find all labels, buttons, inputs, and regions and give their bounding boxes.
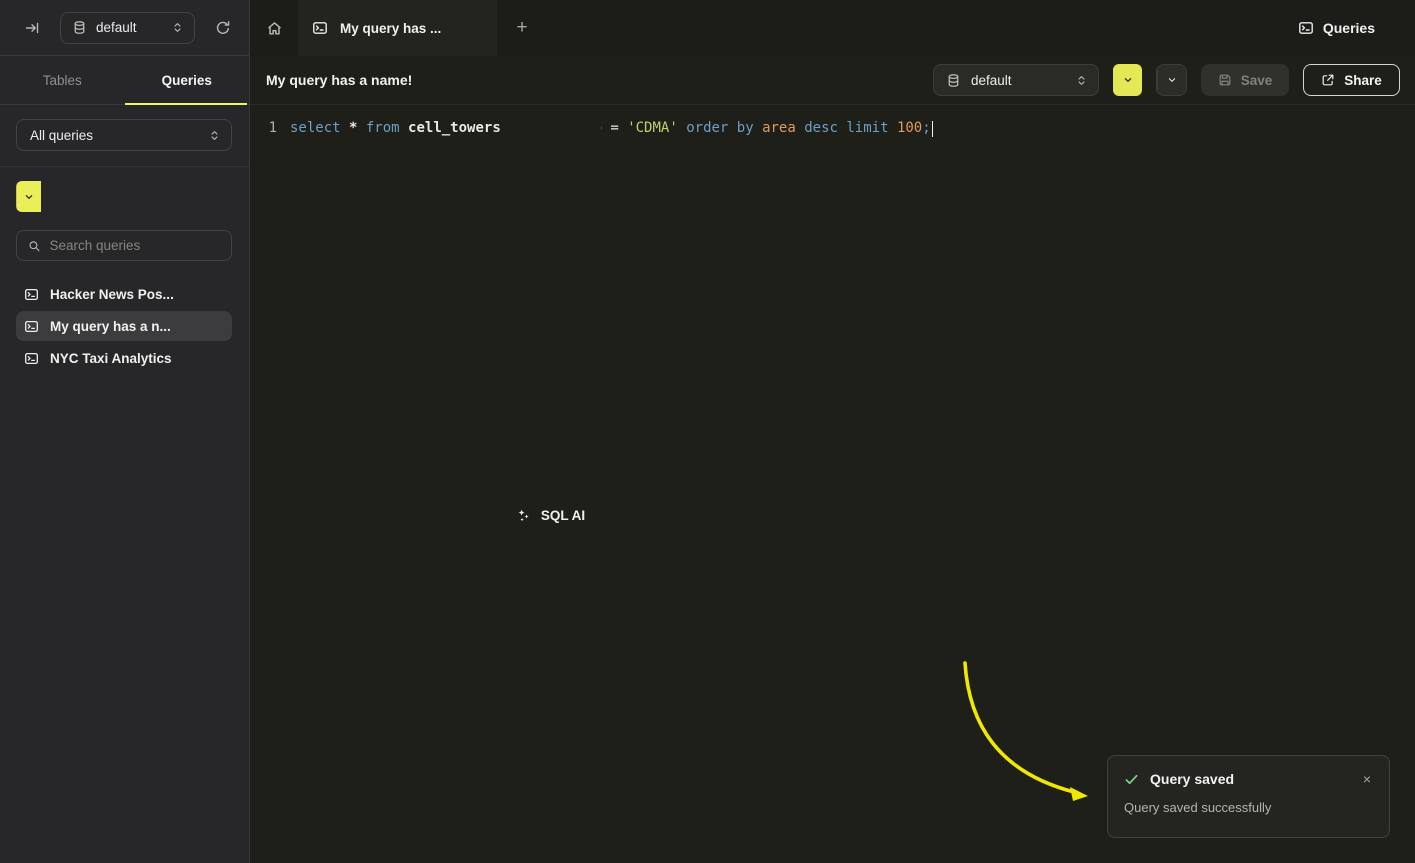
chevron-updown-icon [1075,74,1088,87]
queries-indicator-label: Queries [1323,20,1375,36]
terminal-icon [1298,20,1314,36]
tab-strip: My query has ... + Queries [250,0,1415,56]
home-button[interactable] [250,0,298,56]
main-panel: My query has a name! default Run [250,56,1415,863]
sql-ai-dropdown-button[interactable] [1157,65,1186,95]
chevron-updown-icon [171,21,184,34]
search-section [0,216,249,271]
sql-editor[interactable]: 1 select * from cell_towers where radio … [250,105,1415,139]
chevron-updown-icon [208,129,221,142]
tab-label: My query has ... [340,21,441,36]
sql-console-app: default My query has ... + [0,0,1415,863]
toast-message: Query saved successfully [1124,800,1375,815]
sidebar-tabs: Tables Queries [0,56,249,105]
query-filter-value: All queries [30,128,208,143]
share-icon [1321,73,1335,87]
close-icon[interactable]: × [1359,770,1375,788]
save-icon [1218,73,1232,87]
plus-icon: + [516,17,527,39]
topbar-database-value: default [96,20,162,35]
terminal-icon [24,287,39,302]
save-button[interactable]: Save [1201,64,1289,96]
query-list-item-selected[interactable]: My query has a n... [16,311,232,341]
new-query-section: + New query [0,167,249,216]
query-list-item[interactable]: NYC Taxi Analytics [16,343,232,373]
text-caret [932,121,934,137]
chevron-down-icon [1166,74,1178,86]
chevron-down-icon [1122,74,1134,86]
query-list-item[interactable]: Hacker News Pos... [16,279,232,309]
sql-code: select * from cell_towers where radio = … [290,118,931,139]
search-icon [28,239,40,253]
terminal-icon [24,319,39,334]
query-item-label: Hacker News Pos... [50,287,174,302]
topbar-left: default [0,0,250,56]
annotation-arrow [250,56,1415,863]
topbar-database-select[interactable]: default [60,12,195,44]
toolbar-database-value: default [971,73,1065,88]
query-title: My query has a name! [266,72,412,88]
refresh-icon[interactable] [209,14,237,42]
search-queries-input[interactable] [49,238,220,253]
new-tab-button[interactable]: + [497,0,547,56]
query-item-label: My query has a n... [50,319,171,334]
code-line: 1 select * from cell_towers where radio … [250,118,1415,139]
share-label: Share [1344,73,1382,88]
chevron-down-icon [23,191,35,203]
share-button[interactable]: Share [1303,64,1400,96]
query-item-label: NYC Taxi Analytics [50,351,172,366]
toast-query-saved: Query saved × Query saved successfully [1107,755,1390,838]
query-list: Hacker News Pos... My query has a n... N… [0,271,249,373]
terminal-icon [312,20,328,36]
home-icon [266,20,283,37]
queries-indicator[interactable]: Queries [1298,0,1415,56]
collapse-sidebar-icon[interactable] [18,14,46,42]
query-toolbar: My query has a name! default Run [250,56,1415,105]
database-icon [946,73,961,88]
check-icon [1124,772,1139,787]
terminal-icon [24,351,39,366]
new-query-dropdown-button[interactable] [16,181,41,212]
toolbar-database-select[interactable]: default [933,64,1099,96]
save-label: Save [1241,73,1273,88]
topbar: default My query has ... + [0,0,1415,56]
query-filter-select[interactable]: All queries [16,119,232,151]
run-dropdown-button[interactable] [1113,64,1142,96]
line-number: 1 [266,118,277,139]
query-filter-section: All queries [0,105,249,167]
sidebar-tab-queries[interactable]: Queries [125,56,250,104]
database-icon [72,20,87,35]
sidebar-tab-tables[interactable]: Tables [0,56,125,104]
tab-my-query[interactable]: My query has ... [298,0,497,56]
sidebar: Tables Queries All queries + New query [0,56,250,863]
toast-title: Query saved [1150,771,1348,787]
